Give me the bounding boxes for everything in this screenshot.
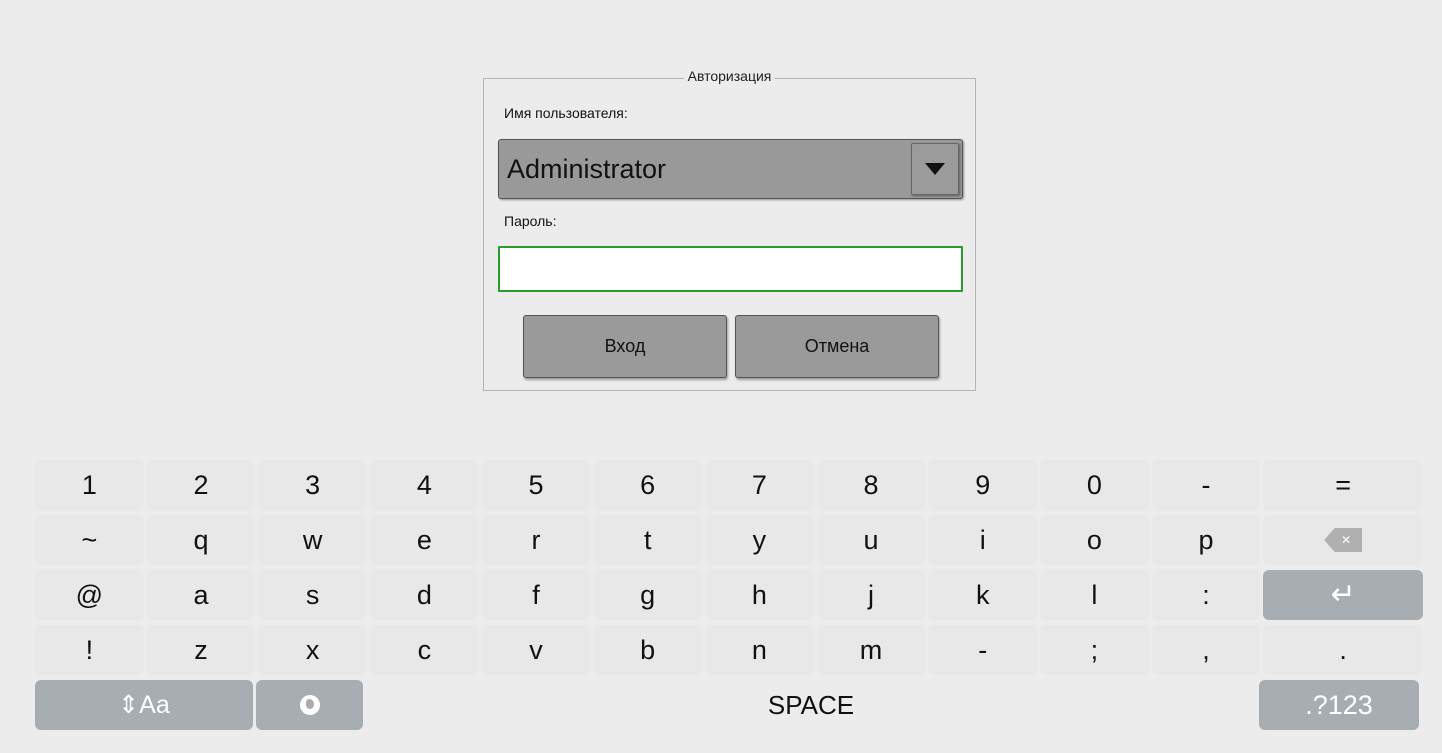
password-label: Пароль: (504, 213, 557, 229)
login-button[interactable]: Вход (523, 315, 727, 378)
key[interactable]: 4 (370, 460, 479, 510)
enter-icon: ↵ (1330, 578, 1356, 611)
key[interactable]: g (593, 570, 703, 620)
key[interactable]: 1 (35, 460, 144, 510)
key[interactable]: : (1151, 570, 1261, 620)
key[interactable]: j (816, 570, 926, 620)
key[interactable]: ; (1040, 625, 1149, 675)
key[interactable]: i (928, 515, 1038, 565)
login-dialog: Авторизация Имя пользователя: Administra… (483, 68, 976, 391)
key[interactable]: l (1040, 570, 1149, 620)
key[interactable]: ~ (35, 515, 144, 565)
key[interactable]: w (258, 515, 368, 565)
key[interactable]: - (1151, 460, 1261, 510)
key[interactable]: y (705, 515, 814, 565)
key[interactable]: = (1263, 460, 1423, 510)
key[interactable]: a (146, 570, 256, 620)
username-select[interactable]: Administrator (498, 139, 963, 199)
on-screen-keyboard: 1 2 3 4 5 6 7 8 9 0 - = ~ q w e r t y u … (35, 460, 1423, 730)
enter-key[interactable]: ↵ (1263, 570, 1423, 620)
key[interactable]: ! (35, 625, 144, 675)
language-key[interactable] (256, 680, 363, 730)
key[interactable]: m (816, 625, 926, 675)
keyboard-row-5: ⇕Aa SPACE .?123 (35, 680, 1423, 730)
key[interactable]: 6 (593, 460, 703, 510)
username-label: Имя пользователя: (504, 105, 628, 121)
keyboard-row-2: ~ q w e r t y u i o p ✕ (35, 515, 1423, 565)
key[interactable]: o (1040, 515, 1149, 565)
key[interactable]: k (928, 570, 1038, 620)
key[interactable]: 7 (705, 460, 814, 510)
keyboard-row-3: @ a s d f g h j k l : ↵ (35, 570, 1423, 620)
key[interactable]: s (258, 570, 368, 620)
dialog-title: Авторизация (683, 68, 776, 84)
key[interactable]: h (705, 570, 814, 620)
key[interactable]: r (481, 515, 591, 565)
key[interactable]: t (593, 515, 703, 565)
shift-key[interactable]: ⇕Aa (35, 680, 253, 730)
keyboard-row-4: ! z x c v b n m - ; , . (35, 625, 1423, 675)
key[interactable]: 2 (146, 460, 256, 510)
key[interactable]: e (370, 515, 479, 565)
key[interactable]: v (481, 625, 591, 675)
backspace-icon: ✕ (1324, 528, 1363, 552)
key[interactable]: x (258, 625, 368, 675)
keyboard-row-1: 1 2 3 4 5 6 7 8 9 0 - = (35, 460, 1423, 510)
globe-icon (299, 695, 320, 715)
dropdown-button[interactable] (911, 143, 959, 195)
key[interactable]: d (370, 570, 479, 620)
key[interactable]: b (593, 625, 703, 675)
space-key[interactable]: SPACE (366, 680, 1256, 730)
key[interactable]: , (1151, 625, 1261, 675)
key[interactable]: c (370, 625, 479, 675)
chevron-down-icon (925, 163, 945, 175)
key[interactable]: 9 (928, 460, 1038, 510)
password-field[interactable] (498, 246, 963, 292)
key[interactable]: n (705, 625, 814, 675)
username-select-value: Administrator (507, 154, 667, 184)
key[interactable]: p (1151, 515, 1261, 565)
key[interactable]: 0 (1040, 460, 1149, 510)
backspace-key[interactable]: ✕ (1263, 515, 1423, 565)
key[interactable]: . (1263, 625, 1423, 675)
cancel-button[interactable]: Отмена (735, 315, 939, 378)
key[interactable]: z (146, 625, 256, 675)
key[interactable]: u (816, 515, 926, 565)
key[interactable]: q (146, 515, 256, 565)
key[interactable]: 5 (481, 460, 591, 510)
key[interactable]: f (481, 570, 591, 620)
key[interactable]: @ (35, 570, 144, 620)
key[interactable]: 8 (816, 460, 926, 510)
key[interactable]: 3 (258, 460, 368, 510)
symbols-key[interactable]: .?123 (1259, 680, 1419, 730)
key[interactable]: - (928, 625, 1038, 675)
